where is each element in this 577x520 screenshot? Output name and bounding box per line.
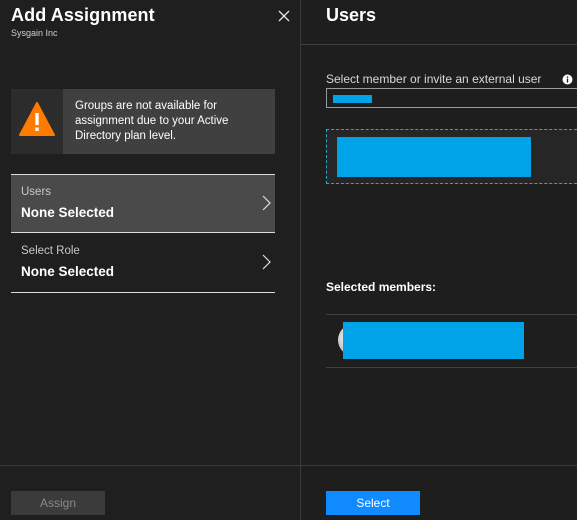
selected-member-item[interactable] [326, 315, 577, 367]
selected-members-label: Selected members: [326, 280, 437, 294]
warning-icon [19, 102, 55, 136]
chevron-right-icon [262, 195, 271, 211]
blade-title: Users [326, 5, 377, 25]
header-divider [301, 44, 577, 45]
users-blade: Users Select member or invite an externa… [301, 0, 577, 520]
warning-text: Groups are not available for assignment … [75, 100, 229, 142]
warning-banner: Groups are not available for assignment … [11, 89, 275, 154]
nav-item-select-role[interactable]: Select Role None Selected [11, 234, 275, 293]
info-icon[interactable] [562, 74, 573, 85]
warning-icon-container [11, 89, 63, 154]
select-button[interactable]: Select [326, 491, 420, 515]
add-assignment-blade: Add Assignment Sysgain Inc Groups are no… [0, 0, 300, 520]
footer-divider [301, 465, 577, 466]
nav-item-label: Select Role [21, 245, 80, 257]
search-results [326, 129, 577, 184]
blade-title: Add Assignment [11, 5, 155, 25]
nav-item-value: None Selected [21, 205, 115, 220]
blade-subtitle: Sysgain Inc [11, 28, 58, 38]
close-icon[interactable] [276, 8, 292, 24]
divider [326, 367, 577, 368]
nav-item-value: None Selected [21, 264, 115, 279]
footer-divider [0, 465, 300, 466]
assign-button[interactable]: Assign [11, 491, 105, 515]
nav-item-label: Users [21, 186, 52, 198]
search-label: Select member or invite an external user [326, 72, 542, 86]
redacted-search-text [333, 95, 372, 103]
search-result-item[interactable] [337, 137, 531, 177]
redacted-member-name [343, 322, 524, 359]
nav-item-users[interactable]: Users None Selected [11, 174, 275, 233]
chevron-right-icon [262, 254, 271, 270]
